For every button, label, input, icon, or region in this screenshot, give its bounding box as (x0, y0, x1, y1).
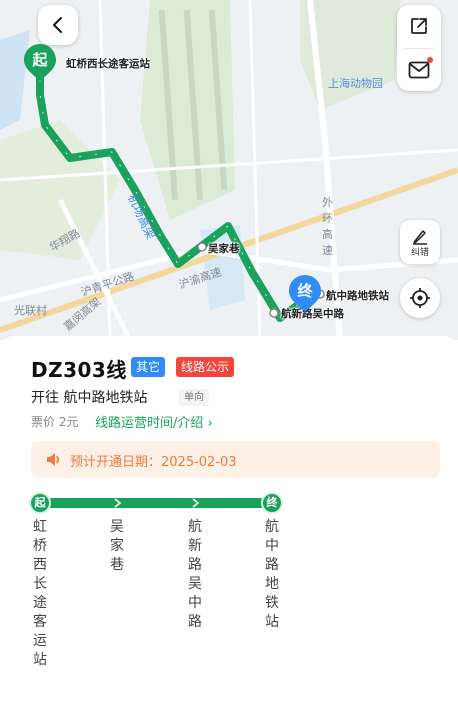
line-notice-tag[interactable]: 线路公示 (176, 357, 235, 377)
pen-icon (413, 229, 427, 245)
operating-hours-link[interactable]: 线路运营时间/介绍 › (95, 412, 213, 431)
unread-dot (427, 57, 433, 64)
map-stop-label-hongqiao: 虹桥西长途客运站 (66, 58, 150, 70)
stops-timeline: 起 虹桥西长途客运站 吴家巷 航新路吴中路 终 航中路地铁站 (0, 484, 458, 684)
oneway-badge: 单向 (179, 389, 209, 406)
map-label-guanglian: 光联村 (14, 304, 47, 317)
stop-start-dot[interactable]: 起 (29, 492, 51, 514)
map-base (0, 0, 458, 340)
stop-end-dot[interactable]: 终 (261, 492, 283, 514)
stop-name[interactable]: 虹桥西长途客运站 (30, 518, 50, 670)
notice-bar: 预计开通日期：2025-02-03 (31, 441, 440, 478)
map-label-zoo: 上海动物园 (328, 77, 383, 90)
route-map[interactable]: 上海动物园 外环高速 华翔路 沪青平公路 沪渝高速 嘉闵高架 光联村 机场高架 … (0, 0, 458, 340)
start-marker[interactable]: 起 (24, 44, 56, 82)
fare-text: 票价 2元 (31, 415, 79, 429)
stop-name[interactable]: 航新路吴中路 (185, 518, 205, 632)
map-stop-wujiaxiang[interactable] (197, 242, 207, 252)
speaker-icon (47, 453, 60, 466)
map-stop-label-wujiaxiang: 吴家巷 (208, 243, 240, 255)
end-marker-label: 终 (297, 282, 313, 300)
back-icon (52, 16, 63, 34)
map-stop-label-hangzhong: 航中路地铁站 (326, 290, 389, 302)
stop-name[interactable]: 航中路地铁站 (262, 518, 282, 632)
locate-icon (410, 288, 430, 308)
share-button[interactable] (397, 5, 441, 48)
mail-icon (408, 61, 430, 79)
line-detail-panel: DZ303线 其它 线路公示 开往 航中路地铁站 单向 票价 2元 线路运营时间… (0, 336, 458, 719)
locate-button[interactable] (400, 278, 440, 318)
correction-label: 纠错 (410, 247, 429, 258)
map-label-outer-ring: 外环高速 (322, 196, 333, 257)
notice-text: 预计开通日期：2025-02-03 (70, 455, 237, 470)
correction-button[interactable]: 纠错 (400, 220, 440, 264)
share-icon (411, 18, 427, 35)
map-stop-hangxin[interactable] (269, 308, 279, 318)
messages-button[interactable] (397, 48, 441, 91)
map-action-group (397, 5, 441, 91)
line-direction: 开往 航中路地铁站 (31, 390, 148, 406)
start-marker-label: 起 (32, 51, 48, 69)
end-marker[interactable]: 终 (289, 275, 321, 313)
line-name: DZ303线 (31, 358, 127, 382)
stop-name[interactable]: 吴家巷 (107, 518, 127, 575)
timeline-track (40, 498, 272, 508)
back-button[interactable] (38, 5, 78, 45)
line-type-tag: 其它 (131, 357, 166, 377)
